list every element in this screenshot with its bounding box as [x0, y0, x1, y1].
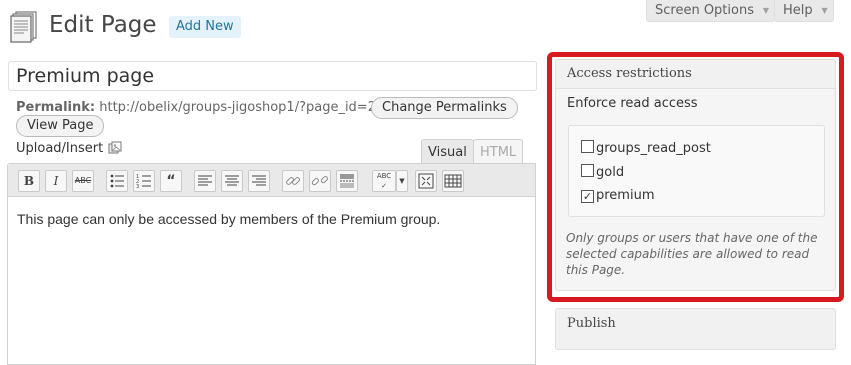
- kitchen-sink-icon[interactable]: [442, 170, 464, 192]
- page-title: Edit Page: [49, 12, 157, 38]
- add-new-button[interactable]: Add New: [169, 16, 241, 38]
- permalink-label: Permalink:: [16, 100, 96, 115]
- screen-options-button[interactable]: Screen Options ▼: [646, 0, 775, 22]
- align-left-icon[interactable]: [194, 170, 216, 192]
- bold-icon[interactable]: B: [18, 170, 40, 192]
- view-page-button[interactable]: View Page: [16, 115, 105, 137]
- unlink-icon[interactable]: [309, 170, 331, 192]
- more-tag-icon[interactable]: [336, 170, 358, 192]
- bullet-list-icon[interactable]: [106, 170, 128, 192]
- italic-icon[interactable]: I: [45, 170, 67, 192]
- spellcheck-icon[interactable]: ABC ✓: [372, 170, 396, 192]
- numbered-list-icon[interactable]: 123: [133, 170, 155, 192]
- link-icon[interactable]: [282, 170, 304, 192]
- content-editor[interactable]: B I ABC 123 “ ABC ✓ ▼ This page can only…: [7, 163, 536, 365]
- chevron-down-icon[interactable]: ▼: [396, 170, 408, 192]
- strikethrough-icon[interactable]: ABC: [72, 170, 94, 192]
- tab-html[interactable]: HTML: [473, 139, 524, 165]
- align-right-icon[interactable]: [248, 170, 270, 192]
- permalink: Permalink: http://obelix/groups-jigoshop…: [16, 100, 384, 115]
- editor-content[interactable]: This page can only be accessed by member…: [17, 211, 440, 227]
- blockquote-icon[interactable]: “: [160, 170, 182, 192]
- align-center-icon[interactable]: [221, 170, 243, 192]
- permalink-url[interactable]: http://obelix/groups-jigoshop1/?page_id=…: [99, 100, 384, 115]
- svg-text:3: 3: [136, 184, 139, 190]
- pages-icon: [10, 11, 37, 43]
- tab-visual[interactable]: Visual: [421, 139, 474, 165]
- publish-title[interactable]: Publish: [567, 309, 616, 338]
- post-title-input[interactable]: Premium page: [8, 61, 537, 91]
- dropdown-arrow-icon: ▼: [762, 6, 769, 15]
- editor-toolbar: B I ABC 123 “ ABC ✓ ▼: [8, 164, 535, 197]
- highlight-frame: [547, 52, 844, 302]
- help-button[interactable]: Help ▼: [774, 0, 834, 22]
- help-label: Help: [783, 3, 813, 18]
- upload-insert-label: Upload/Insert: [16, 141, 104, 156]
- dropdown-arrow-icon: ▼: [821, 6, 828, 15]
- fullscreen-icon[interactable]: [415, 170, 437, 192]
- add-media-icon[interactable]: [108, 141, 122, 155]
- change-permalinks-button[interactable]: Change Permalinks: [371, 97, 518, 119]
- screen-options-label: Screen Options: [655, 3, 754, 18]
